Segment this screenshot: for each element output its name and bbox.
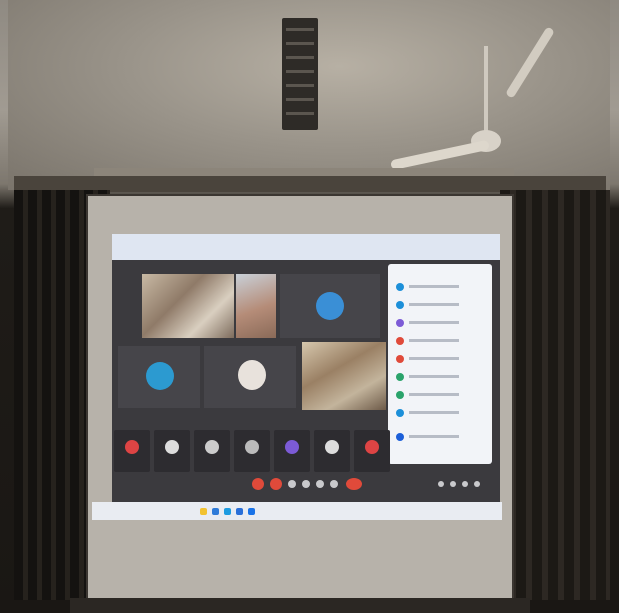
video-tile xyxy=(280,274,380,338)
participant-row[interactable] xyxy=(396,282,484,292)
avatar-icon xyxy=(316,292,344,320)
projected-meeting-window xyxy=(92,234,502,520)
app-icon[interactable] xyxy=(248,508,255,515)
participant-row[interactable] xyxy=(396,432,484,442)
vent-icon xyxy=(282,18,318,130)
control-icon[interactable] xyxy=(330,480,338,488)
video-tile xyxy=(204,346,296,408)
video-feed xyxy=(236,274,276,338)
classroom-photo xyxy=(0,0,619,613)
video-tile xyxy=(142,274,234,338)
participant-row[interactable] xyxy=(396,390,484,400)
control-icon[interactable] xyxy=(462,481,468,487)
control-icon[interactable] xyxy=(288,480,296,488)
thumbnail-tile xyxy=(314,430,350,472)
app-icon[interactable] xyxy=(224,508,231,515)
curtain-right xyxy=(500,190,610,600)
control-icon[interactable] xyxy=(316,480,324,488)
thumbnail-tile xyxy=(274,430,310,472)
control-icon[interactable] xyxy=(450,481,456,487)
app-icon[interactable] xyxy=(236,508,243,515)
video-feed xyxy=(302,342,386,410)
participant-row[interactable] xyxy=(396,300,484,310)
participant-row[interactable] xyxy=(396,336,484,346)
avatar-icon xyxy=(238,360,266,390)
video-tile xyxy=(118,346,200,408)
thumbnail-tile xyxy=(154,430,190,472)
participant-row[interactable] xyxy=(396,372,484,382)
participants-panel xyxy=(388,264,492,464)
control-icon[interactable] xyxy=(474,481,480,487)
thumbnail-tile xyxy=(234,430,270,472)
ceiling-fan-rod xyxy=(484,46,488,136)
thumbnail-tile xyxy=(114,430,150,472)
app-icon[interactable] xyxy=(212,508,219,515)
participant-row[interactable] xyxy=(396,408,484,418)
video-feed xyxy=(142,274,234,338)
avatar-icon xyxy=(146,362,174,390)
thumbnail-tile xyxy=(354,430,390,472)
camera-icon[interactable] xyxy=(270,478,282,490)
screen-bottom-bar xyxy=(70,598,530,613)
mic-icon[interactable] xyxy=(252,478,264,490)
participant-row[interactable] xyxy=(396,354,484,364)
control-icon[interactable] xyxy=(438,481,444,487)
video-tile xyxy=(236,274,276,338)
control-icon[interactable] xyxy=(302,480,310,488)
folder-icon[interactable] xyxy=(200,508,207,515)
end-call-icon[interactable] xyxy=(346,478,362,490)
window-titlebar xyxy=(112,234,500,260)
video-tile xyxy=(302,342,386,410)
taskbar xyxy=(92,502,502,520)
thumbnail-tile xyxy=(194,430,230,472)
participant-row[interactable] xyxy=(396,318,484,328)
